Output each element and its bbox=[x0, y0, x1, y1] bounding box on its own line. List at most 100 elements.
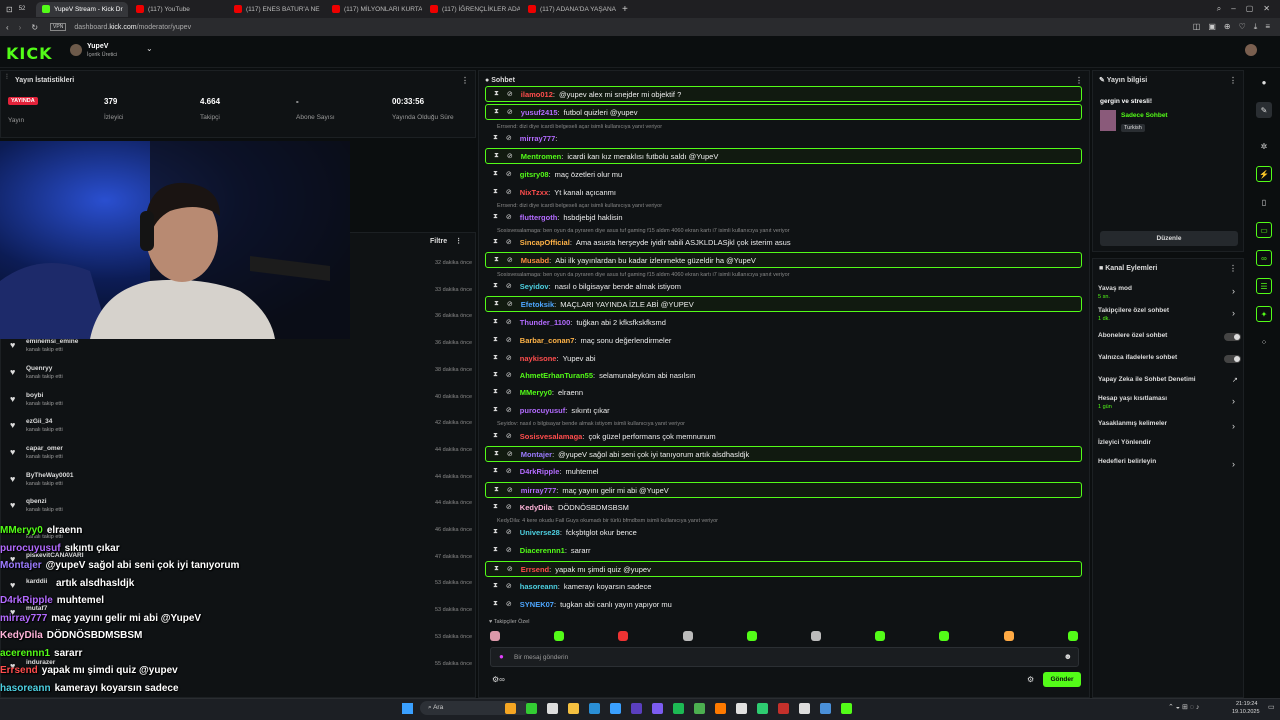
chat-username[interactable]: mirray777 bbox=[520, 134, 555, 143]
taskbar-app-icon[interactable] bbox=[694, 703, 705, 714]
tab-overview-icon[interactable]: ⊡ bbox=[6, 5, 13, 14]
rail-chat-icon[interactable]: ▭ bbox=[1256, 222, 1272, 238]
chat-username[interactable]: mirray777 bbox=[521, 486, 556, 495]
ban-icon[interactable]: ⊘ bbox=[507, 90, 513, 98]
chat-message[interactable]: ⧗ ⊘ Mentromen: icardi karı kız meraklısı fu… bbox=[485, 148, 1082, 164]
chat-message[interactable]: ⧗ ⊘ SYNEK07: tugkan abi canlı yayın yapıyor… bbox=[485, 596, 1082, 612]
chat-username[interactable]: purocuyusuf bbox=[520, 406, 565, 415]
taskbar-app-icon[interactable] bbox=[568, 703, 579, 714]
chat-message[interactable]: ⧗ ⊘ Musabd: Abi ilk yayınlardan bu kadar iz… bbox=[485, 252, 1082, 268]
chat-username[interactable]: AhmetErhanTuran55 bbox=[520, 371, 593, 380]
mic-icon[interactable]: ● bbox=[499, 652, 504, 661]
timeout-icon[interactable]: ⧗ bbox=[494, 486, 499, 494]
ban-icon[interactable]: ⊘ bbox=[506, 134, 512, 142]
taskbar-app-icon[interactable] bbox=[505, 703, 516, 714]
filter-more-icon[interactable]: ⋮ bbox=[455, 238, 462, 245]
follower-name[interactable]: mutaf7 bbox=[26, 605, 47, 612]
chat-username[interactable]: Thunder_1100 bbox=[520, 318, 570, 327]
rail-gift-icon[interactable]: ✲ bbox=[1256, 138, 1272, 154]
follower-name[interactable]: ezGii_34 bbox=[26, 418, 52, 425]
ban-icon[interactable]: ⊘ bbox=[506, 371, 512, 379]
chat-username[interactable]: gitsry08 bbox=[520, 170, 549, 179]
ban-icon[interactable]: ⊘ bbox=[507, 152, 513, 160]
chat-message[interactable]: ⧗ ⊘ Seyidov: nasıl o bilgisayar bende almak… bbox=[485, 278, 1082, 294]
vpn-icon[interactable]: VPN bbox=[50, 23, 67, 31]
chat-username[interactable]: Montajer bbox=[521, 450, 552, 459]
rail-edit-icon[interactable]: ✎ bbox=[1256, 102, 1272, 118]
bookmark-icon[interactable]: ♡ bbox=[1239, 22, 1246, 32]
channel-action-label[interactable]: Hesap yaşı kısıtlaması bbox=[1098, 395, 1167, 402]
ban-icon[interactable]: ⊘ bbox=[506, 432, 512, 440]
url-field[interactable]: dashboard.kick.com/moderator/yupev bbox=[74, 24, 191, 31]
taskbar-app-icon[interactable] bbox=[736, 703, 747, 714]
camera-icon[interactable]: ◫ bbox=[1193, 22, 1201, 32]
category-name[interactable]: Sadece Sohbet bbox=[1121, 112, 1168, 119]
emote-icon[interactable] bbox=[682, 631, 693, 641]
ban-icon[interactable]: ⊘ bbox=[506, 188, 512, 196]
chat-input[interactable]: ● Bir mesaj gönderin ☻ bbox=[490, 647, 1079, 667]
chevron-right-icon[interactable]: › bbox=[1232, 396, 1235, 406]
browser-tab[interactable]: (117) ENES BATUR'A NE bbox=[228, 2, 324, 17]
browser-tab[interactable]: (117) MİLYONLARI KURTA bbox=[326, 2, 422, 17]
actions-more-icon[interactable]: ⋮ bbox=[1229, 264, 1237, 273]
rail-apps-icon[interactable]: ⁘ bbox=[1256, 334, 1272, 350]
chevron-right-icon[interactable]: › bbox=[1232, 421, 1235, 431]
timeout-icon[interactable]: ⧗ bbox=[494, 108, 499, 116]
chat-username[interactable]: MMeryy0 bbox=[520, 388, 552, 397]
timeout-icon[interactable]: ⧗ bbox=[493, 388, 498, 396]
chat-message[interactable]: ⧗ ⊘ KedyDila: DÖDNÖSBDMSBSM bbox=[485, 499, 1082, 515]
user-menu-chevron-icon[interactable]: ⌄ bbox=[146, 44, 153, 53]
rail-link-icon[interactable]: ∞ bbox=[1256, 250, 1272, 266]
ban-icon[interactable]: ⊘ bbox=[506, 546, 512, 554]
chat-message[interactable]: ⧗ ⊘ Barbar_conan7: maç sonu değerlendirmele… bbox=[485, 332, 1082, 348]
system-tray-icons[interactable]: ⌃ ◒ ⊞ ◌ ♪ bbox=[1168, 703, 1199, 711]
taskbar-app-icon[interactable] bbox=[526, 703, 537, 714]
channel-action-label[interactable]: Yasaklanmış kelimeler bbox=[1098, 420, 1167, 427]
channel-action-label[interactable]: Yapay Zeka ile Sohbet Denetimi bbox=[1098, 376, 1196, 383]
profile-avatar[interactable] bbox=[1245, 44, 1257, 56]
taskbar-app-icon[interactable] bbox=[589, 703, 600, 714]
chat-username[interactable]: Errsend bbox=[521, 565, 549, 574]
emote-icon[interactable] bbox=[490, 631, 500, 641]
timeout-icon[interactable]: ⧗ bbox=[493, 282, 498, 290]
emote-icon[interactable] bbox=[875, 631, 886, 641]
chat-username[interactable]: Diacerennn1 bbox=[520, 546, 565, 555]
chat-settings-icon[interactable]: ⚙ bbox=[1027, 675, 1034, 684]
ban-icon[interactable]: ⊘ bbox=[506, 582, 512, 590]
follower-name[interactable]: Quenryy bbox=[26, 365, 52, 372]
timeout-icon[interactable]: ⧗ bbox=[493, 134, 498, 142]
chat-message[interactable]: ⧗ ⊘ MMeryy0: elraenn bbox=[485, 384, 1082, 400]
taskbar-app-icon[interactable] bbox=[652, 703, 663, 714]
taskbar-app-icon[interactable] bbox=[673, 703, 684, 714]
chat-tools-icon[interactable]: ⚙∞ bbox=[492, 675, 505, 684]
timeout-icon[interactable]: ⧗ bbox=[494, 565, 499, 573]
emote-icon[interactable] bbox=[811, 631, 821, 641]
channel-action-label[interactable]: Yalnızca ifadelerle sohbet bbox=[1098, 354, 1177, 361]
send-button[interactable]: Gönder bbox=[1043, 672, 1081, 687]
ban-icon[interactable]: ⊘ bbox=[506, 336, 512, 344]
ban-icon[interactable]: ⊘ bbox=[507, 108, 513, 116]
rail-book-icon[interactable]: ▯ bbox=[1256, 194, 1272, 210]
timeout-icon[interactable]: ⧗ bbox=[493, 528, 498, 536]
timeout-icon[interactable]: ⧗ bbox=[493, 467, 498, 475]
ban-icon[interactable]: ⊘ bbox=[506, 170, 512, 178]
chat-username[interactable]: ilamo012 bbox=[521, 90, 553, 99]
chat-message[interactable]: ⧗ ⊘ hasoreann: kamerayı koyarsın sadece bbox=[485, 578, 1082, 594]
kick-logo[interactable]: KICK bbox=[6, 44, 53, 63]
chat-username[interactable]: naykisone bbox=[520, 354, 557, 363]
filter-button[interactable]: Filtre ⋮ bbox=[430, 237, 462, 245]
timeout-icon[interactable]: ⧗ bbox=[494, 450, 499, 458]
extensions-icon[interactable]: ▣ bbox=[1208, 22, 1216, 32]
ban-icon[interactable]: ⊘ bbox=[506, 503, 512, 511]
emote-icon[interactable] bbox=[618, 631, 629, 641]
emote-icon[interactable] bbox=[939, 631, 950, 641]
chat-message[interactable]: ⧗ ⊘ naykisone: Yupev abi bbox=[485, 350, 1082, 366]
toggle-switch[interactable] bbox=[1224, 333, 1241, 341]
close-icon[interactable]: ✕ bbox=[1263, 4, 1270, 14]
reload-icon[interactable]: ↻ bbox=[31, 23, 38, 32]
ban-icon[interactable]: ⊘ bbox=[506, 467, 512, 475]
timeout-icon[interactable]: ⧗ bbox=[493, 318, 498, 326]
chat-username[interactable]: Barbar_conan7 bbox=[520, 336, 575, 345]
ban-icon[interactable]: ⊘ bbox=[507, 300, 513, 308]
emote-icon[interactable] bbox=[554, 631, 565, 641]
